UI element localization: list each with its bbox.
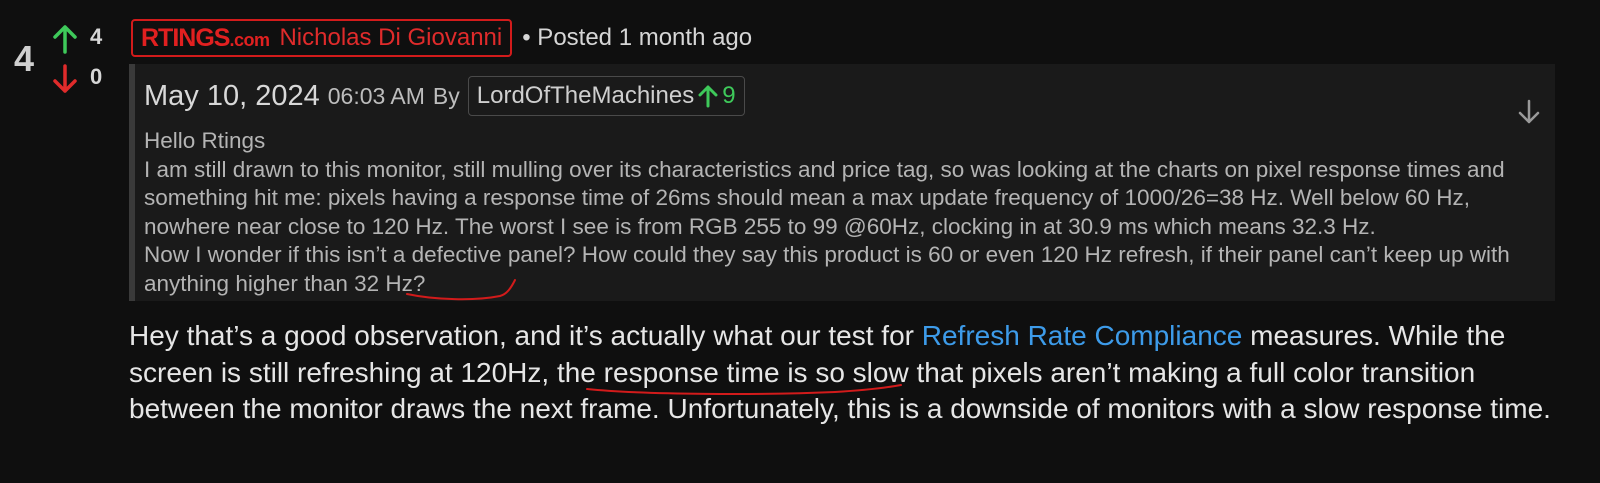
quote-time: 06:03 AM — [327, 82, 425, 109]
karma-up-icon — [698, 85, 718, 108]
quote-header: May 10, 2024 06:03 AM By LordOfTheMachin… — [144, 76, 745, 116]
refresh-rate-compliance-link[interactable]: Refresh Rate Compliance — [922, 320, 1243, 351]
reply-text-part: Hey that’s a good observation, and it’s … — [129, 320, 922, 351]
quote-by-label: By — [432, 82, 460, 109]
quoted-comment: May 10, 2024 06:03 AM By LordOfTheMachin… — [129, 64, 1555, 301]
quote-body: Hello Rtings I am still drawn to this mo… — [144, 127, 1554, 298]
quote-line: Hello Rtings — [144, 128, 266, 153]
upvote-count: 4 — [90, 24, 103, 49]
author-name[interactable]: Nicholas Di Giovanni — [279, 24, 502, 52]
quote-date: May 10, 2024 — [144, 79, 320, 112]
posted-time: • Posted 1 month ago — [522, 24, 753, 51]
rtings-logo: RTINGS.com — [141, 23, 270, 52]
arrow-down-icon[interactable] — [52, 64, 78, 94]
quote-line: I am still drawn to this monitor, still … — [144, 156, 1505, 239]
expand-quote-icon[interactable] — [1517, 98, 1541, 126]
author-badge[interactable]: RTINGS.com Nicholas Di Giovanni — [131, 19, 513, 57]
reply-text: Hey that’s a good observation, and it’s … — [129, 318, 1569, 428]
comment-header: RTINGS.com Nicholas Di Giovanni • Posted… — [131, 17, 752, 59]
user-karma: 9 — [722, 82, 736, 109]
downvote-control[interactable]: 0 — [52, 60, 112, 94]
upvote-control[interactable]: 4 — [52, 20, 112, 54]
quoted-username[interactable]: LordOfTheMachines — [477, 82, 694, 110]
arrow-up-icon[interactable] — [52, 24, 78, 54]
highlighted-phrase: response time is so slow — [603, 356, 909, 388]
comment-score: 4 — [14, 38, 35, 79]
quoted-user-chip[interactable]: LordOfTheMachines 9 — [467, 76, 745, 116]
quote-line: Now I wonder if this isn’t a defective p… — [144, 242, 1510, 296]
downvote-count: 0 — [90, 64, 103, 89]
